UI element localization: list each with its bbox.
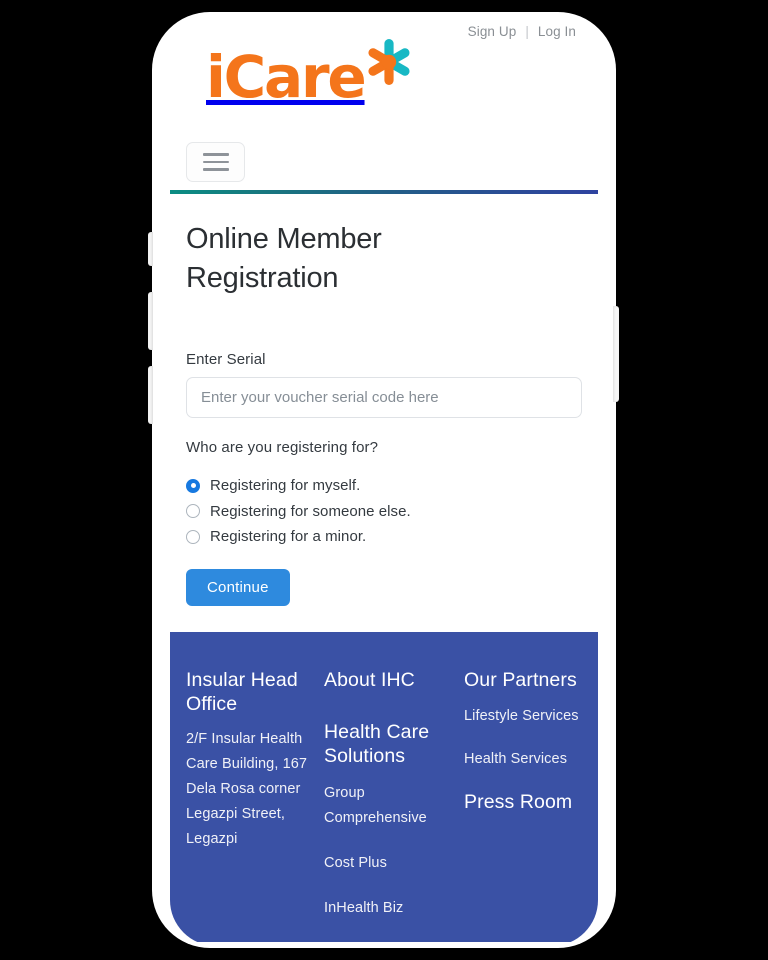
footer-heading-press-room: Press Room xyxy=(464,790,573,813)
asterisk-icon xyxy=(361,34,417,90)
registering-for-radio-group: Registering for myself. Registering for … xyxy=(186,473,576,550)
site-logo-band: iCare xyxy=(170,39,598,134)
radio-option-someone-else[interactable]: Registering for someone else. xyxy=(186,499,576,525)
footer-links-solutions: Group Comprehensive Cost Plus InHealth B… xyxy=(324,781,464,921)
phone-volume-up-button[interactable] xyxy=(148,292,153,350)
radio-indicator-icon xyxy=(186,478,200,493)
footer-heading-health-care-solutions: Health Care Solutions xyxy=(324,721,430,768)
footer-heading-our-partners: Our Partners xyxy=(464,668,577,691)
serial-input[interactable] xyxy=(186,377,582,419)
continue-button[interactable]: Continue xyxy=(186,568,290,606)
serial-field-block: Enter Serial xyxy=(186,351,582,419)
phone-power-button[interactable] xyxy=(613,306,619,402)
footer-link-lifestyle-services[interactable]: Lifestyle Services xyxy=(464,704,582,729)
footer-column-partners: Our Partners Lifestyle Services Health S… xyxy=(464,662,584,942)
footer-links-partners: Lifestyle Services Health Services xyxy=(464,704,584,772)
log-in-link[interactable]: Log In xyxy=(538,24,576,39)
registering-for-question: Who are you registering for? xyxy=(186,439,379,457)
radio-option-label: Registering for a minor. xyxy=(210,528,367,546)
footer-link-inhealth-biz[interactable]: InHealth Biz xyxy=(324,896,442,921)
hamburger-bar-3 xyxy=(202,168,229,171)
screenshot-stage: Sign Up | Log In iCare Online Member Reg… xyxy=(0,0,768,960)
footer-heading-about-ihc: About IHC xyxy=(324,668,415,691)
serial-field-label: Enter Serial xyxy=(186,351,266,369)
utility-divider: | xyxy=(525,24,529,39)
footer-column-office: Insular Head Office 2/F Insular Health C… xyxy=(170,662,324,942)
radio-indicator-icon xyxy=(186,504,200,519)
hamburger-menu-icon[interactable] xyxy=(186,142,245,182)
sign-up-link[interactable]: Sign Up xyxy=(468,24,517,39)
footer-link-health-services[interactable]: Health Services xyxy=(464,747,582,772)
radio-indicator-icon xyxy=(186,529,200,544)
hamburger-bar-2 xyxy=(202,160,229,164)
phone-screen: Sign Up | Log In iCare Online Member Reg… xyxy=(170,14,598,946)
page-title: Online Member Registration xyxy=(186,223,382,294)
radio-option-label: Registering for someone else. xyxy=(210,502,411,520)
logo-wordmark: iCare xyxy=(206,43,367,111)
phone-volume-down-button[interactable] xyxy=(148,366,153,424)
footer-link-cost-plus[interactable]: Cost Plus xyxy=(324,851,442,876)
footer-link-group-comprehensive[interactable]: Group Comprehensive xyxy=(324,781,442,831)
site-footer: Insular Head Office 2/F Insular Health C… xyxy=(170,631,598,942)
site-logo[interactable]: iCare xyxy=(206,39,417,111)
radio-option-minor[interactable]: Registering for a minor. xyxy=(186,524,576,550)
radio-option-myself[interactable]: Registering for myself. xyxy=(186,473,576,499)
phone-mute-switch[interactable] xyxy=(148,232,153,266)
footer-heading-insular-head-office: Insular Head Office xyxy=(186,668,298,715)
main-content: Online Member Registration Enter Serial … xyxy=(170,194,598,632)
radio-option-label: Registering for myself. xyxy=(210,477,361,495)
navbar xyxy=(170,134,598,190)
page-scroll-container[interactable]: Sign Up | Log In iCare Online Member Reg… xyxy=(170,14,598,946)
hamburger-bar-1 xyxy=(202,153,229,156)
footer-column-about: About IHC Health Care Solutions Group Co… xyxy=(324,662,464,942)
footer-office-address: 2/F Insular Health Care Building, 167 De… xyxy=(186,731,308,848)
